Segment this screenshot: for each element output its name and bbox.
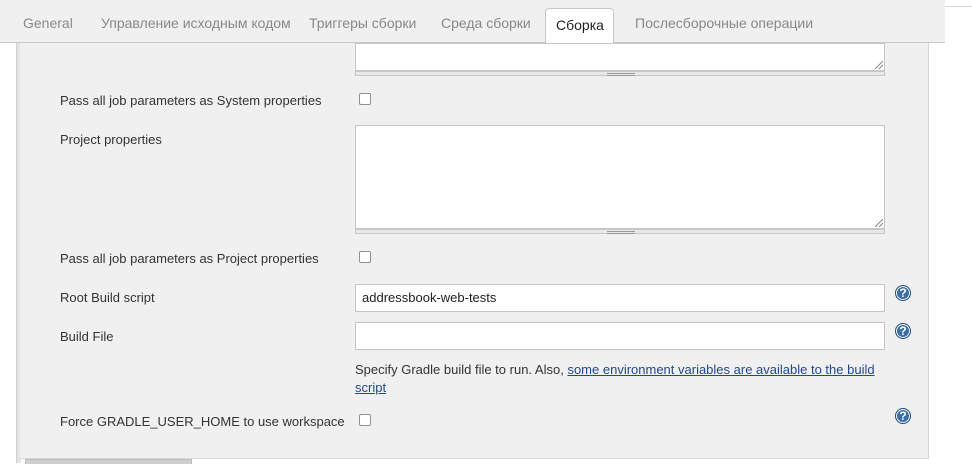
system-properties-textarea[interactable] bbox=[355, 43, 885, 71]
build-file-help-icon[interactable]: ? bbox=[895, 323, 911, 339]
project-properties-label: Project properties bbox=[60, 132, 162, 147]
tab-build-triggers[interactable]: Триггеры сборки bbox=[309, 0, 416, 42]
tab-general[interactable]: General bbox=[23, 0, 73, 42]
project-properties-grip[interactable] bbox=[355, 229, 885, 234]
system-properties-grip[interactable] bbox=[355, 71, 885, 76]
tab-post-build[interactable]: Послесборочные операции bbox=[635, 0, 813, 42]
pass-system-props-checkbox[interactable] bbox=[359, 93, 371, 105]
pass-project-props-checkbox[interactable] bbox=[359, 251, 371, 263]
tab-build-environment[interactable]: Среда сборки bbox=[441, 0, 531, 42]
root-build-script-label: Root Build script bbox=[60, 290, 155, 305]
build-file-input[interactable] bbox=[355, 322, 885, 350]
force-gradle-home-label: Force GRADLE_USER_HOME to use workspace bbox=[60, 414, 345, 429]
pass-system-props-label: Pass all job parameters as System proper… bbox=[60, 93, 322, 108]
horizontal-scrollbar[interactable] bbox=[25, 459, 192, 464]
force-gradle-home-checkbox[interactable] bbox=[359, 414, 371, 426]
tab-build[interactable]: Сборка bbox=[545, 8, 614, 43]
root-build-script-help-icon[interactable]: ? bbox=[895, 285, 911, 301]
build-file-help-prefix: Specify Gradle build file to run. Also, bbox=[355, 362, 568, 377]
force-gradle-home-help-icon[interactable]: ? bbox=[895, 408, 911, 424]
build-file-help-text: Specify Gradle build file to run. Also, … bbox=[355, 361, 885, 397]
top-edge-strip bbox=[945, 0, 972, 7]
tab-bar: General Управление исходным кодом Тригге… bbox=[0, 0, 945, 43]
tab-source-control[interactable]: Управление исходным кодом bbox=[101, 0, 291, 42]
project-properties-resize-handle[interactable] bbox=[875, 219, 883, 227]
root-build-script-input[interactable]: addressbook-web-tests bbox=[355, 284, 885, 312]
system-properties-resize-handle[interactable] bbox=[875, 61, 883, 69]
build-file-label: Build File bbox=[60, 329, 114, 344]
project-properties-textarea[interactable] bbox=[355, 125, 885, 229]
pass-project-props-label: Pass all job parameters as Project prope… bbox=[60, 251, 319, 266]
